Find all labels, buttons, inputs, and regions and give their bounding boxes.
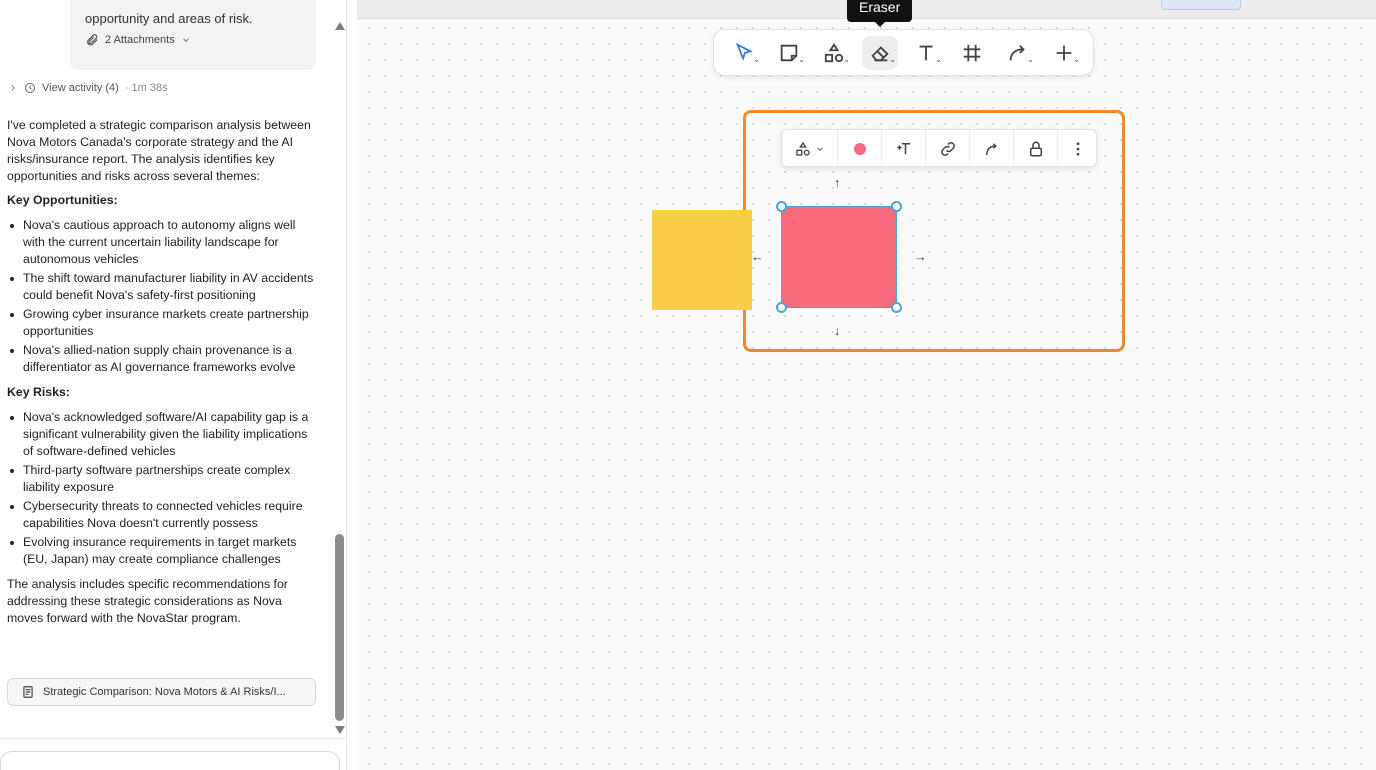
link-icon [940, 141, 955, 156]
shape-type-button[interactable] [782, 130, 838, 167]
chevron-down-icon: ⌄ [1073, 55, 1080, 64]
list-item: Growing cyber insurance markets create p… [7, 306, 317, 340]
opportunities-list: Nova's cautious approach to autonomy ali… [7, 217, 317, 376]
view-activity-toggle[interactable]: View activity (4) · 1m 38s [8, 82, 168, 94]
note-tool-button[interactable]: ⌄ [771, 36, 807, 70]
arrow-down-icon[interactable]: ↓ [834, 323, 841, 338]
note-icon [780, 44, 798, 62]
attachments-toggle[interactable]: 2 Attachments [85, 33, 302, 47]
connector-tool-button[interactable]: ⌄ [1000, 36, 1036, 70]
main-toolbar: ⌄ ⌄ ⌄ ⌄ ⌄ ⌄ ⌄ [713, 29, 1094, 76]
resize-handle-bottom-right[interactable] [891, 302, 902, 313]
fill-color-button[interactable] [838, 130, 882, 167]
color-swatch-icon [853, 142, 866, 155]
resize-handle-top-left[interactable] [776, 201, 787, 212]
resize-handle-top-right[interactable] [891, 201, 902, 212]
chevron-down-icon: ⌄ [753, 55, 760, 64]
scroll-thumb[interactable] [335, 534, 344, 721]
more-vertical-icon [1076, 141, 1080, 156]
eraser-tool-button[interactable]: ⌄ [862, 36, 898, 70]
text-size-icon [896, 142, 910, 154]
list-item: Third-party software partnerships create… [7, 462, 317, 496]
chevron-down-icon: ⌄ [843, 55, 850, 64]
yellow-sticky-shape[interactable] [652, 210, 752, 310]
scroll-down-arrow[interactable] [335, 726, 345, 734]
link-button[interactable] [926, 130, 970, 167]
artifact-title: Strategic Comparison: Nova Motors & AI R… [43, 686, 286, 698]
shapes-tool-button[interactable]: ⌄ [816, 36, 852, 70]
chevron-down-icon: ⌄ [798, 55, 805, 64]
message-composer[interactable] [0, 751, 340, 770]
connector-button[interactable] [970, 130, 1014, 167]
shapes-icon [795, 141, 810, 156]
eraser-icon [871, 46, 889, 62]
document-icon [23, 686, 33, 698]
scroll-up-arrow[interactable] [335, 22, 345, 30]
arrow-left-icon[interactable]: ← [751, 249, 764, 264]
view-toggle-button[interactable] [1161, 0, 1241, 10]
plus-icon [1056, 45, 1072, 61]
risks-heading: Key Risks: [7, 385, 70, 399]
activity-time: · 1m 38s [124, 82, 168, 94]
conclusion-paragraph: The analysis includes specific recommend… [7, 577, 288, 625]
chevron-down-icon: ⌄ [1027, 55, 1034, 64]
chat-scrollbar[interactable] [333, 18, 346, 738]
frame-icon [963, 44, 981, 62]
chevron-down-icon [182, 38, 189, 42]
risks-list: Nova's acknowledged software/AI capabili… [7, 409, 317, 568]
lock-icon [1029, 141, 1042, 156]
paperclip-icon [87, 34, 98, 46]
cursor-icon [735, 42, 753, 62]
shapes-icon [824, 43, 844, 63]
chevron-right-icon [11, 85, 15, 91]
resize-handle-bottom-left[interactable] [776, 302, 787, 313]
arrow-up-icon[interactable]: ↑ [834, 175, 841, 190]
composer-divider [0, 738, 346, 739]
more-options-button[interactable] [1058, 130, 1098, 167]
assistant-message: I've completed a strategic comparison an… [7, 117, 317, 634]
lock-button[interactable] [1014, 130, 1058, 167]
connector-icon [1009, 45, 1025, 61]
list-item: Cybersecurity threats to connected vehic… [7, 498, 317, 532]
chevron-down-icon: ⌄ [889, 55, 896, 64]
chat-scroll-area[interactable]: opportunity and areas of risk. 2 Attachm… [0, 0, 332, 738]
select-tool-button[interactable]: ⌄ [726, 36, 762, 70]
chevron-down-icon [816, 146, 823, 151]
clock-icon [25, 83, 35, 93]
list-item: Nova's cautious approach to autonomy ali… [7, 217, 317, 268]
chevron-down-icon: ⌄ [935, 55, 942, 64]
list-item: Nova's acknowledged software/AI capabili… [7, 409, 317, 460]
text-icon [919, 45, 933, 61]
tool-tooltip: Eraser [847, 0, 913, 27]
list-item: The shift toward manufacturer liability … [7, 270, 317, 304]
user-message-card: opportunity and areas of risk. 2 Attachm… [70, 0, 316, 70]
text-size-button[interactable] [882, 130, 926, 167]
user-message-text: opportunity and areas of risk. [85, 11, 253, 26]
opportunities-heading: Key Opportunities: [7, 193, 118, 207]
arrow-right-icon[interactable]: → [914, 249, 927, 264]
list-item: Nova's allied-nation supply chain proven… [7, 342, 317, 376]
shape-context-toolbar [781, 129, 1097, 167]
frame-tool-button[interactable] [954, 36, 990, 70]
pink-square-shape[interactable] [781, 206, 897, 308]
text-tool-button[interactable]: ⌄ [908, 36, 944, 70]
list-item: Evolving insurance requirements in targe… [7, 534, 317, 568]
attachments-label: 2 Attachments [105, 34, 175, 46]
connector-icon [985, 142, 997, 155]
chat-panel: opportunity and areas of risk. 2 Attachm… [0, 0, 347, 770]
intro-paragraph: I've completed a strategic comparison an… [7, 118, 311, 183]
artifact-card[interactable]: Strategic Comparison: Nova Motors & AI R… [7, 678, 316, 706]
activity-label: View activity (4) [42, 82, 119, 94]
add-tool-button[interactable]: ⌄ [1046, 36, 1082, 70]
